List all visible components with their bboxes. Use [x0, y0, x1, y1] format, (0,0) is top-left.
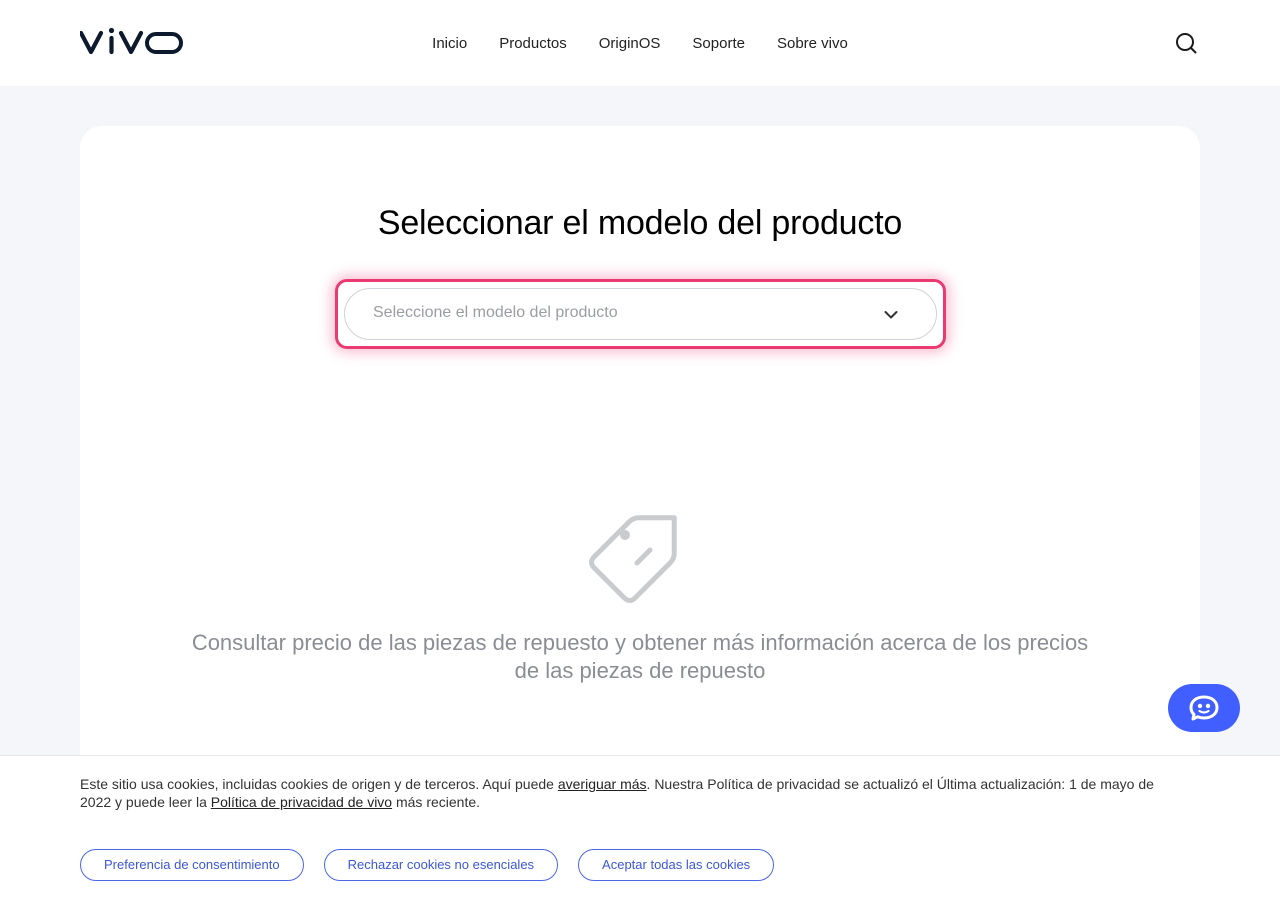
nav-item-inicio[interactable]: Inicio: [432, 35, 467, 52]
search-icon: [1176, 33, 1197, 54]
search-button[interactable]: [1174, 31, 1198, 55]
vivo-logo-icon: [78, 27, 183, 55]
nav-item-soporte[interactable]: Soporte: [692, 35, 745, 52]
cookie-text-part1: Este sitio usa cookies, incluidas cookie…: [80, 776, 558, 792]
nav-item-originos[interactable]: OriginOS: [599, 35, 661, 52]
cookie-text-part3: más reciente.: [392, 794, 481, 810]
empty-state-text: Consultar precio de las piezas de repues…: [191, 630, 1089, 683]
reject-cookies-button[interactable]: Rechazar cookies no esenciales: [323, 849, 559, 881]
accept-all-cookies-button[interactable]: Aceptar todas las cookies: [578, 849, 775, 881]
cookie-buttons: Preferencia de consentimiento Rechazar c…: [80, 849, 775, 881]
cookie-text: Este sitio usa cookies, incluidas cookie…: [80, 775, 1160, 811]
chevron-down-icon: [884, 311, 898, 319]
site-header: Inicio Productos OriginOS Soporte Sobre …: [0, 0, 1280, 86]
learn-more-link[interactable]: averiguar más: [558, 776, 647, 792]
chatbot-icon: [1189, 695, 1219, 721]
vivo-logo[interactable]: [78, 27, 184, 57]
nav-item-sobre-vivo[interactable]: Sobre vivo: [777, 35, 848, 52]
select-placeholder: Seleccione el modelo del producto: [373, 304, 618, 321]
nav-item-productos[interactable]: Productos: [499, 35, 567, 52]
price-tag-icon: [589, 515, 677, 603]
privacy-policy-link[interactable]: Política de privacidad de vivo: [211, 794, 392, 810]
main-card: Seleccionar el modelo del producto Selec…: [80, 126, 1200, 826]
cookie-banner: Este sitio usa cookies, incluidas cookie…: [0, 755, 1280, 900]
nav-list: Inicio Productos OriginOS Soporte Sobre …: [432, 35, 848, 52]
page-title: Seleccionar el modelo del producto: [377, 204, 903, 242]
main-nav: Inicio Productos OriginOS Soporte Sobre …: [0, 0, 1280, 86]
consent-preference-button[interactable]: Preferencia de consentimiento: [80, 849, 304, 881]
chat-assistant-button[interactable]: [1168, 684, 1240, 732]
product-model-select[interactable]: Seleccione el modelo del producto: [344, 288, 937, 340]
